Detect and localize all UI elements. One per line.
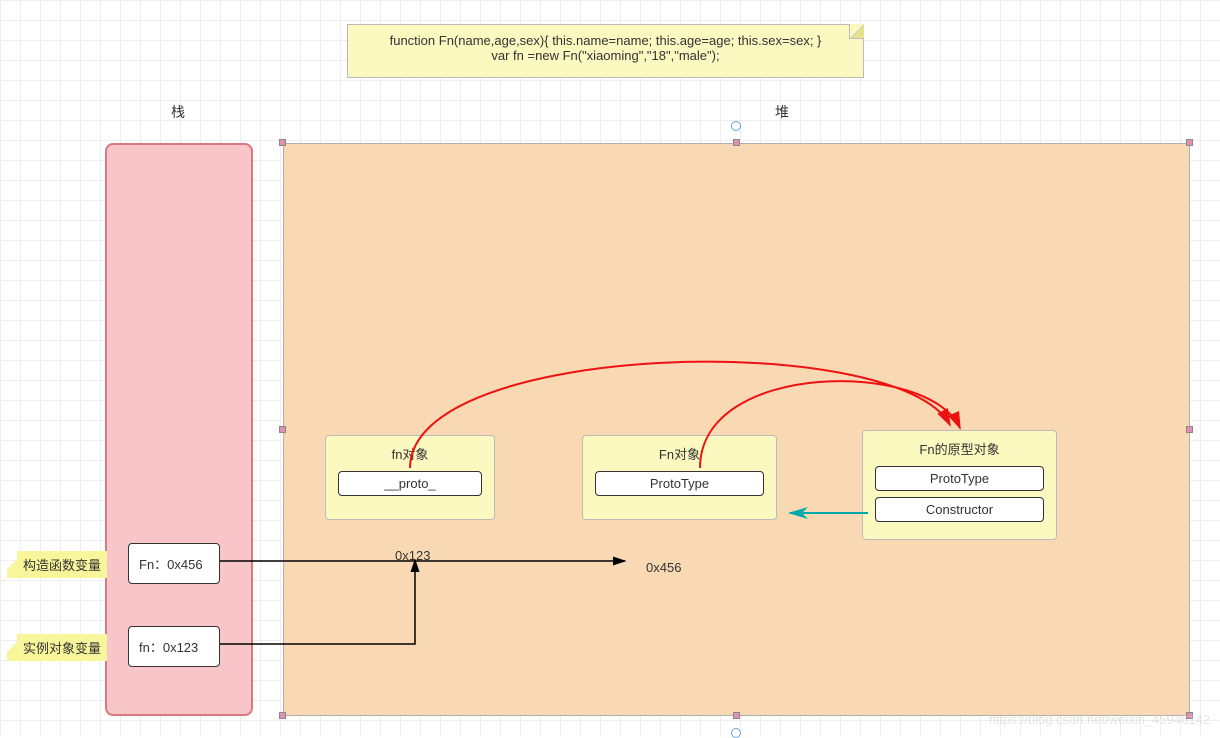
code-note: function Fn(name,age,sex){ this.name=nam…	[347, 24, 864, 78]
stack-var-fn-constructor: Fn：0x456	[128, 543, 220, 584]
fn-instance-proto: __proto_	[338, 471, 482, 496]
code-line2: var fn =new Fn("xiaoming","18","male");	[360, 48, 851, 63]
sel-handle-tm[interactable]	[733, 139, 740, 146]
watermark: https://blog.csdn.net/weixin_45946142	[989, 712, 1210, 727]
fn-prototype-title: Fn的原型对象	[863, 439, 1056, 458]
fn-constructor-addr: 0x456	[646, 560, 681, 575]
side-label-constructor: 构造函数变量	[17, 551, 107, 578]
fn-constructor-title: Fn对象	[583, 444, 776, 463]
heap-label: 堆	[775, 102, 789, 122]
fn-constructor-prototype: ProtoType	[595, 471, 764, 496]
sel-port-top[interactable]	[731, 121, 741, 131]
fn-instance-box: fn对象 __proto_	[325, 435, 495, 520]
sel-handle-ml[interactable]	[279, 426, 286, 433]
sel-handle-tr[interactable]	[1186, 139, 1193, 146]
fn-prototype-box: Fn的原型对象 ProtoType Constructor	[862, 430, 1057, 540]
sel-handle-bl[interactable]	[279, 712, 286, 719]
sel-handle-tl[interactable]	[279, 139, 286, 146]
code-line1: function Fn(name,age,sex){ this.name=nam…	[360, 33, 851, 48]
fn-prototype-prototype: ProtoType	[875, 466, 1044, 491]
fn-constructor-box: Fn对象 ProtoType	[582, 435, 777, 520]
side-label-instance: 实例对象变量	[17, 634, 107, 661]
sel-handle-mr[interactable]	[1186, 426, 1193, 433]
fn-instance-addr: 0x123	[395, 548, 430, 563]
fn-prototype-constructor: Constructor	[875, 497, 1044, 522]
sel-port-bottom[interactable]	[731, 728, 741, 738]
fn-instance-title: fn对象	[326, 444, 494, 463]
stack-var-fn-instance: fn：0x123	[128, 626, 220, 667]
stack-label: 栈	[171, 102, 185, 122]
sel-handle-bm[interactable]	[733, 712, 740, 719]
